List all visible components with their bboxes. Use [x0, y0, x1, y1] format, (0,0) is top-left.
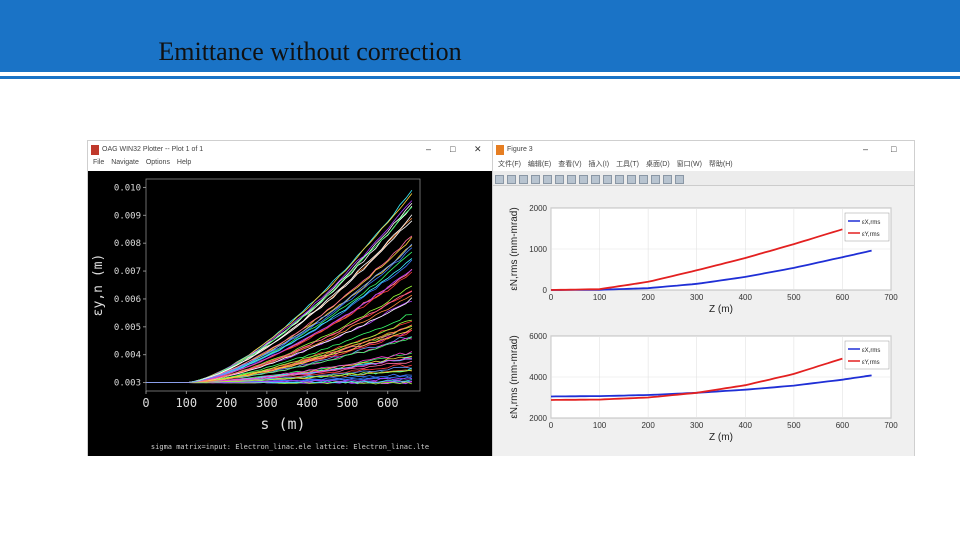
open-icon[interactable]: [507, 175, 516, 184]
legend-icon[interactable]: [651, 175, 660, 184]
y-tick-label: 4000: [529, 373, 547, 382]
x-tick-label: 100: [593, 421, 607, 430]
matlab-logo-icon: [496, 145, 504, 155]
figure-window-title: Figure 3: [507, 146, 533, 153]
plotter-window-title: OAG WIN32 Plotter -- Plot 1 of 1: [102, 146, 204, 153]
menu-view[interactable]: 查看(V): [558, 161, 581, 168]
zoom-out-icon[interactable]: [567, 175, 576, 184]
app-logo-icon: [91, 145, 99, 155]
menu-tools[interactable]: 工具(T): [616, 161, 639, 168]
legend-label: εY,rms: [862, 232, 880, 238]
plotter-window: OAG WIN32 Plotter -- Plot 1 of 1 – □ ✕ F…: [87, 140, 493, 456]
figure-toolbar: [493, 171, 914, 186]
rotate-icon[interactable]: [591, 175, 600, 184]
x-tick-label: 200: [216, 396, 238, 410]
colorbar-icon[interactable]: [639, 175, 648, 184]
x-tick-label: 400: [739, 421, 753, 430]
legend-label: εX,rms: [862, 220, 880, 226]
menu-help[interactable]: 帮助(H): [709, 161, 733, 168]
slide-title: Emittance without correction: [158, 37, 462, 66]
menu-desktop[interactable]: 桌面(D): [646, 161, 670, 168]
x-tick-label: 600: [836, 421, 850, 430]
x-tick-label: 400: [739, 293, 753, 302]
plotter-menubar: File Navigate Options Help: [88, 159, 492, 171]
x-tick-label: 700: [884, 421, 898, 430]
x-tick-label: 400: [296, 396, 318, 410]
y-tick-label: 6000: [529, 332, 547, 341]
emittance-trajectories-chart: 0.003 0.004 0.005 0.006 0.007 0.008 0.009 0.010…: [88, 171, 492, 456]
x-axis-label: s (m): [260, 415, 305, 433]
legend-label: εX,rms: [862, 348, 880, 354]
y-tick-label: 2000: [529, 204, 547, 213]
maximize-icon[interactable]: □: [891, 144, 896, 154]
x-tick-label: 700: [884, 293, 898, 302]
y-tick-label: 0: [543, 286, 548, 295]
x-tick-label: 0: [549, 293, 554, 302]
emittance-comparison-chart: 0 100 200 300 400 500 600 700010002000Z (m)εN,r…: [493, 186, 914, 456]
y-axis-label: εN,rms (mm-mrad): [509, 207, 520, 290]
x-tick-label: 500: [787, 293, 801, 302]
zoom-in-icon[interactable]: [555, 175, 564, 184]
x-tick-label: 100: [593, 293, 607, 302]
y-tick-label: 1000: [529, 245, 547, 254]
y-tick-label: 0.008: [114, 239, 141, 249]
figure-titlebar: Figure 3 – □: [493, 141, 914, 159]
x-tick-label: 600: [377, 396, 399, 410]
plot-background: [88, 171, 492, 456]
menu-insert[interactable]: 插入(I): [589, 161, 610, 168]
x-tick-label: 500: [337, 396, 359, 410]
link-icon[interactable]: [627, 175, 636, 184]
x-tick-label: 100: [175, 396, 197, 410]
pan-icon[interactable]: [579, 175, 588, 184]
save-icon[interactable]: [519, 175, 528, 184]
y-axis-label: εN,rms (mm-mrad): [509, 335, 520, 418]
x-axis-label: Z (m): [709, 432, 733, 443]
figure-menubar: 文件(F) 编辑(E) 查看(V) 插入(I) 工具(T) 桌面(D) 窗口(W…: [493, 159, 914, 171]
menu-navigate[interactable]: Navigate: [111, 159, 139, 166]
x-axis-label: Z (m): [709, 304, 733, 315]
close-icon[interactable]: ✕: [474, 144, 482, 155]
datatip-icon[interactable]: [603, 175, 612, 184]
x-tick-label: 600: [836, 293, 850, 302]
menu-options[interactable]: Options: [146, 159, 170, 166]
y-tick-label: 0.006: [114, 295, 141, 305]
y-axis-label: εy,n (m): [91, 254, 106, 317]
x-tick-label: 0: [549, 421, 554, 430]
plot-footer: sigma matrix=input: Electron_linac.ele l…: [151, 443, 429, 451]
x-tick-label: 300: [690, 293, 704, 302]
maximize-icon[interactable]: □: [450, 144, 455, 154]
y-tick-label: 0.009: [114, 211, 141, 221]
menu-file[interactable]: File: [93, 159, 104, 166]
pointer-icon[interactable]: [543, 175, 552, 184]
legend-label: εY,rms: [862, 360, 880, 366]
minimize-icon[interactable]: –: [863, 144, 868, 154]
y-tick-label: 0.010: [114, 183, 141, 193]
x-tick-label: 200: [641, 421, 655, 430]
x-tick-label: 200: [641, 293, 655, 302]
menu-edit[interactable]: 编辑(E): [528, 161, 551, 168]
y-tick-label: 0.003: [114, 379, 141, 389]
new-icon[interactable]: [495, 175, 504, 184]
print-icon[interactable]: [531, 175, 540, 184]
x-tick-label: 300: [256, 396, 278, 410]
brush-icon[interactable]: [615, 175, 624, 184]
minimize-icon[interactable]: –: [426, 144, 431, 154]
x-tick-label: 0: [142, 396, 149, 410]
y-tick-label: 0.007: [114, 267, 141, 277]
menu-file[interactable]: 文件(F): [498, 161, 521, 168]
hide-tools-icon[interactable]: [663, 175, 672, 184]
x-tick-label: 500: [787, 421, 801, 430]
figure-window: Figure 3 – □ 文件(F) 编辑(E) 查看(V) 插入(I) 工具(…: [492, 140, 915, 456]
y-tick-label: 0.004: [114, 351, 141, 361]
dock-icon[interactable]: [675, 175, 684, 184]
slide-header-rule: [0, 76, 960, 79]
plotter-titlebar: OAG WIN32 Plotter -- Plot 1 of 1 – □ ✕: [88, 141, 492, 159]
y-tick-label: 0.005: [114, 323, 141, 333]
menu-help[interactable]: Help: [177, 159, 191, 166]
menu-window[interactable]: 窗口(W): [677, 161, 702, 168]
x-tick-label: 300: [690, 421, 704, 430]
y-tick-label: 2000: [529, 414, 547, 423]
